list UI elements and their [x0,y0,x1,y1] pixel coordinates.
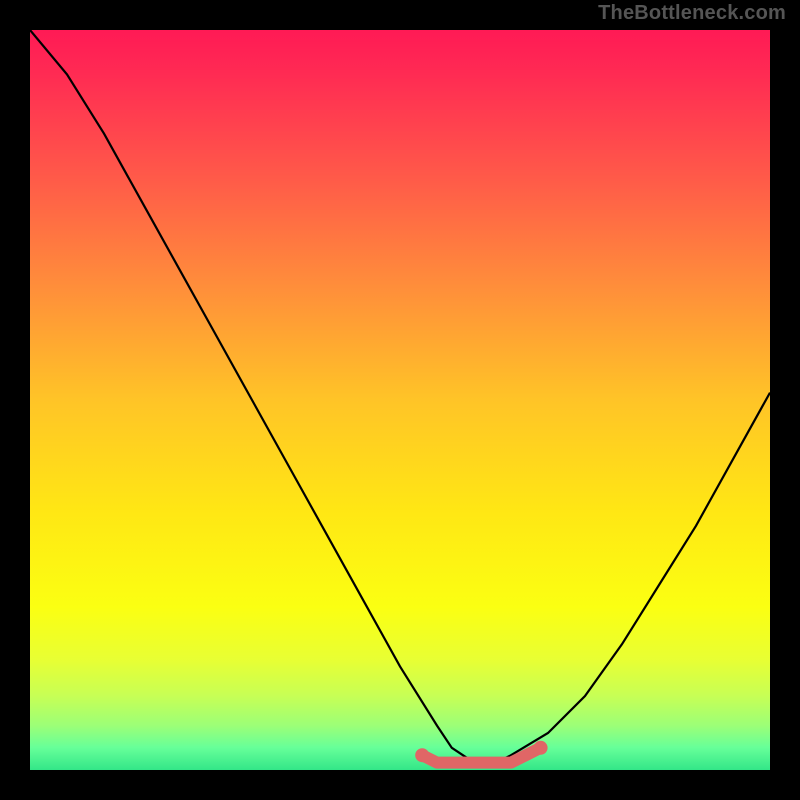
gradient-background [30,30,770,770]
watermark-text: TheBottleneck.com [598,2,786,25]
plot-area [30,30,770,770]
flat-marker-endcap [415,748,429,762]
chart-container: TheBottleneck.com [0,0,800,800]
chart-svg [30,30,770,770]
flat-marker-endcap [534,741,548,755]
